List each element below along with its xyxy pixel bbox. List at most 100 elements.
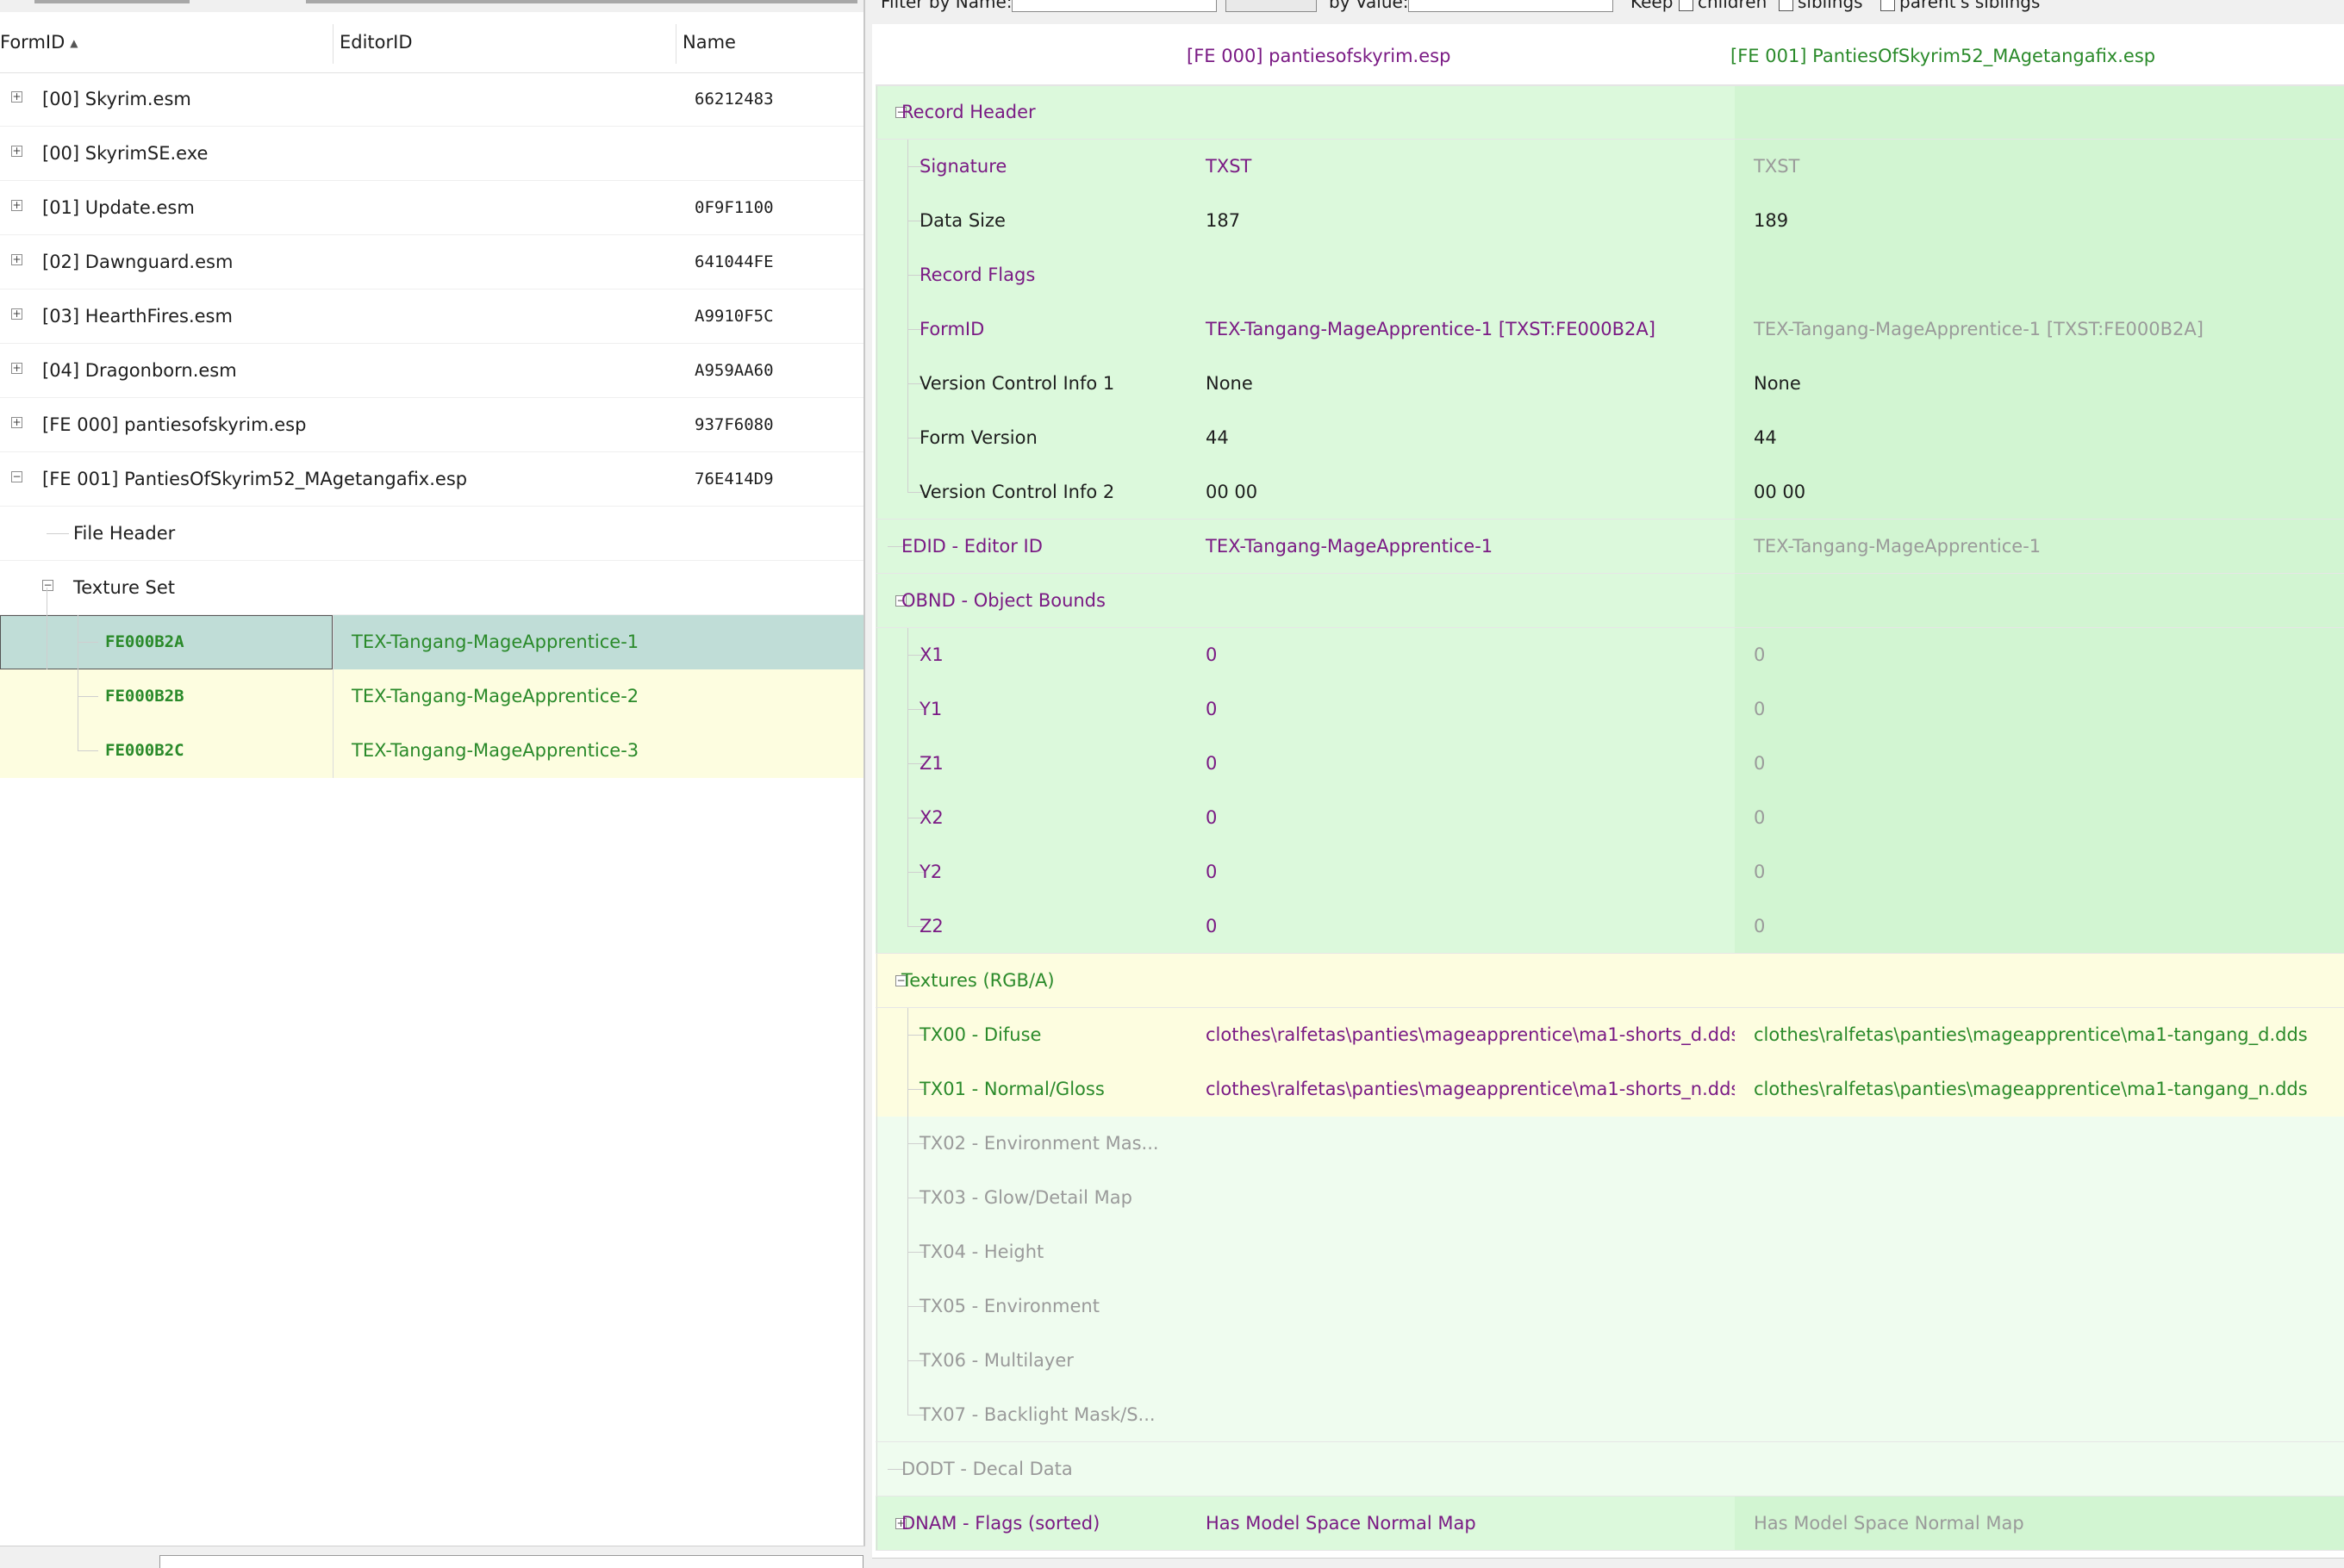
tree-row[interactable]: + [04] Dragonborn.esm A959AA60	[0, 344, 863, 398]
record-field-row[interactable]: Record Flags	[876, 248, 2344, 302]
value-cell-plugin-1[interactable]: 0	[1188, 791, 1735, 845]
expand-icon[interactable]: +	[11, 146, 22, 157]
value-cell-plugin-2[interactable]: 00 00	[1735, 465, 2344, 520]
record-row[interactable]: FE000B2A TEX-Tangang-MageApprentice-1	[0, 615, 863, 669]
record-field-row[interactable]: − Textures (RGB/A)	[876, 954, 2344, 1008]
keep-children-checkbox[interactable]	[1679, 0, 1693, 11]
record-field-row[interactable]: Y1 0 0	[876, 682, 2344, 737]
tree-row[interactable]: + [FE 000] pantiesofskyrim.esp 937F6080	[0, 398, 863, 452]
value-cell-plugin-2[interactable]	[1735, 1442, 2344, 1496]
record-field-row[interactable]: Version Control Info 1 None None	[876, 357, 2344, 411]
value-cell-plugin-1[interactable]	[1188, 1171, 1735, 1225]
expand-icon[interactable]: +	[11, 363, 22, 374]
value-cell-plugin-1[interactable]: 0	[1188, 628, 1735, 682]
value-cell-plugin-1[interactable]: None	[1188, 357, 1735, 411]
value-cell-plugin-2[interactable]: 0	[1735, 737, 2344, 791]
value-cell-plugin-2[interactable]	[1735, 954, 2344, 1008]
value-cell-plugin-2[interactable]: None	[1735, 357, 2344, 411]
value-cell-plugin-1[interactable]: 0	[1188, 845, 1735, 899]
value-cell-plugin-1[interactable]	[1188, 954, 1735, 1008]
expand-icon[interactable]: +	[11, 417, 22, 428]
record-row[interactable]: FE000B2B TEX-Tangang-MageApprentice-2	[0, 669, 863, 724]
value-cell-plugin-2[interactable]: clothes\ralfetas\panties\mageapprentice\…	[1735, 1008, 2344, 1062]
value-cell-plugin-2[interactable]	[1735, 248, 2344, 302]
tree-row[interactable]: + [01] Update.esm 0F9F1100	[0, 181, 863, 235]
column-header-plugin-2[interactable]: [FE 001] PantiesOfSkyrim52_MAgetangafix.…	[1730, 24, 2155, 84]
record-field-row[interactable]: Form Version 44 44	[876, 411, 2344, 465]
value-cell-plugin-1[interactable]	[1188, 1442, 1735, 1496]
record-row[interactable]: FE000B2C TEX-Tangang-MageApprentice-3	[0, 724, 863, 778]
value-cell-plugin-1[interactable]	[1188, 85, 1735, 140]
record-field-row[interactable]: FormID TEX-Tangang-MageApprentice-1 [TXST…	[876, 302, 2344, 357]
tree-row[interactable]: + [03] HearthFires.esm A9910F5C	[0, 289, 863, 344]
record-field-row[interactable]: X1 0 0	[876, 628, 2344, 682]
value-cell-plugin-2[interactable]: TXST	[1735, 140, 2344, 194]
record-field-row[interactable]: TX04 - Height	[876, 1225, 2344, 1279]
value-cell-plugin-2[interactable]: 0	[1735, 682, 2344, 737]
value-cell-plugin-2[interactable]	[1735, 1225, 2344, 1279]
value-cell-plugin-1[interactable]	[1188, 1117, 1735, 1171]
left-tab-2[interactable]	[306, 0, 857, 3]
value-cell-plugin-2[interactable]: 44	[1735, 411, 2344, 465]
record-field-row[interactable]: Z2 0 0	[876, 899, 2344, 954]
keep-parents-siblings-checkbox[interactable]	[1880, 0, 1895, 11]
filter-value-input[interactable]	[1408, 0, 1613, 12]
value-cell-plugin-2[interactable]	[1735, 1388, 2344, 1442]
value-cell-plugin-2[interactable]	[1735, 1117, 2344, 1171]
record-field-row[interactable]: DODT - Decal Data	[876, 1442, 2344, 1496]
value-cell-plugin-1[interactable]: TEX-Tangang-MageApprentice-1	[1188, 520, 1735, 574]
value-cell-plugin-1[interactable]: 0	[1188, 682, 1735, 737]
value-cell-plugin-1[interactable]: clothes\ralfetas\panties\mageapprentice\…	[1188, 1062, 1740, 1117]
value-cell-plugin-1[interactable]: TXST	[1188, 140, 1735, 194]
keep-siblings-checkbox[interactable]	[1779, 0, 1793, 11]
record-field-row[interactable]: TX02 - Environment Mas...	[876, 1117, 2344, 1171]
value-cell-plugin-1[interactable]: clothes\ralfetas\panties\mageapprentice\…	[1188, 1008, 1740, 1062]
expand-icon[interactable]: +	[11, 200, 22, 211]
value-cell-plugin-1[interactable]	[1188, 248, 1735, 302]
tree-row[interactable]: + [00] SkyrimSE.exe	[0, 127, 863, 181]
value-cell-plugin-2[interactable]	[1735, 574, 2344, 628]
value-cell-plugin-1[interactable]: 0	[1188, 737, 1735, 791]
record-field-row[interactable]: TX00 - Difuse clothes\ralfetas\panties\ma…	[876, 1008, 2344, 1062]
column-header-name[interactable]: Name	[683, 12, 736, 72]
record-field-row[interactable]: TX06 - Multilayer	[876, 1334, 2344, 1388]
tree-row[interactable]: + [00] Skyrim.esm 66212483	[0, 72, 863, 127]
value-cell-plugin-2[interactable]	[1735, 85, 2344, 140]
filter-name-input[interactable]	[1012, 0, 1217, 12]
record-field-row[interactable]: − Record Header	[876, 85, 2344, 140]
value-cell-plugin-1[interactable]: 0	[1188, 899, 1735, 954]
tree-row[interactable]: File Header	[0, 507, 863, 561]
tree-row[interactable]: − [FE 001] PantiesOfSkyrim52_MAgetangafix…	[0, 452, 863, 507]
column-header-plugin-1[interactable]: [FE 000] pantiesofskyrim.esp	[1187, 24, 1450, 84]
filter-and-select[interactable]	[1225, 0, 1317, 12]
value-cell-plugin-2[interactable]: 189	[1735, 194, 2344, 248]
record-field-row[interactable]: − OBND - Object Bounds	[876, 574, 2344, 628]
record-field-row[interactable]: TX03 - Glow/Detail Map	[876, 1171, 2344, 1225]
record-field-row[interactable]: + DNAM - Flags (sorted) Has Model Space No…	[876, 1496, 2344, 1551]
record-field-row[interactable]: EDID - Editor ID TEX-Tangang-MageApprenti…	[876, 520, 2344, 574]
record-field-row[interactable]: TX05 - Environment	[876, 1279, 2344, 1334]
record-field-row[interactable]: Z1 0 0	[876, 737, 2344, 791]
value-cell-plugin-2[interactable]: 0	[1735, 791, 2344, 845]
record-field-row[interactable]: X2 0 0	[876, 791, 2344, 845]
column-divider[interactable]	[333, 24, 334, 64]
value-cell-plugin-1[interactable]	[1188, 574, 1735, 628]
value-cell-plugin-2[interactable]: 0	[1735, 628, 2344, 682]
expand-icon[interactable]: +	[11, 91, 22, 103]
collapse-icon[interactable]: −	[42, 580, 53, 591]
value-cell-plugin-1[interactable]	[1188, 1334, 1735, 1388]
value-cell-plugin-1[interactable]: TEX-Tangang-MageApprentice-1 [TXST:FE000…	[1188, 302, 1735, 357]
value-cell-plugin-1[interactable]: 00 00	[1188, 465, 1735, 520]
record-field-row[interactable]: TX07 - Backlight Mask/S...	[876, 1388, 2344, 1442]
value-cell-plugin-2[interactable]	[1735, 1279, 2344, 1334]
record-field-row[interactable]: Signature TXST TXST	[876, 140, 2344, 194]
expand-icon[interactable]: +	[11, 254, 22, 265]
record-field-row[interactable]: Version Control Info 2 00 00 00 00	[876, 465, 2344, 520]
column-header-formid[interactable]: FormID ▲	[0, 12, 78, 72]
value-cell-plugin-2[interactable]: 0	[1735, 845, 2344, 899]
value-cell-plugin-1[interactable]	[1188, 1388, 1735, 1442]
value-cell-plugin-1[interactable]: Has Model Space Normal Map	[1188, 1496, 1735, 1551]
tree-row[interactable]: + [02] Dawnguard.esm 641044FE	[0, 235, 863, 289]
tree-row[interactable]: − Texture Set	[0, 561, 863, 615]
value-cell-plugin-2[interactable]: TEX-Tangang-MageApprentice-1	[1735, 520, 2344, 574]
